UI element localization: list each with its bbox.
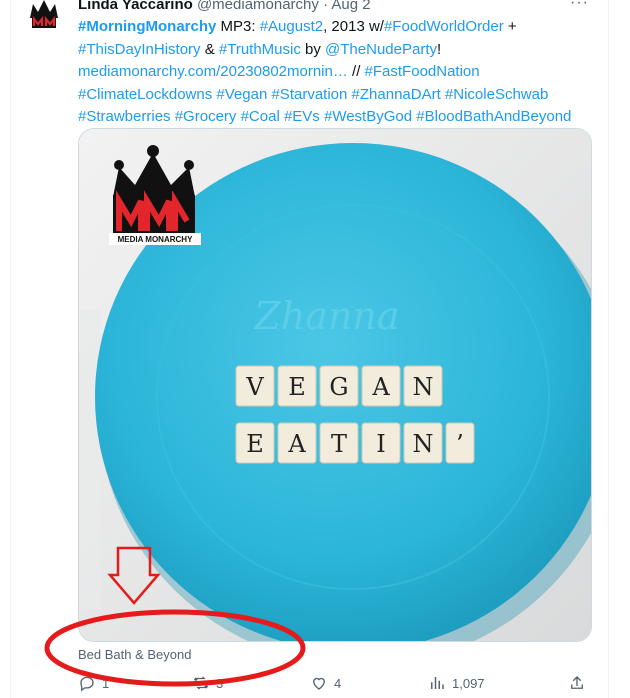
tile-a2: A [287,430,306,458]
text-bang: ! [437,40,442,58]
hashtag-august2[interactable]: #August2 [260,18,323,35]
hashtag-line5-3[interactable]: #EVs [284,108,320,125]
hashtag-line5-4[interactable]: #WestByGod [324,108,412,125]
hashtag-line4-0[interactable]: #ClimateLockdowns [78,86,212,103]
tiles-row-eatin: E A T I N ’ [235,422,475,464]
reply-count: 1 [102,675,110,691]
repost-count: 3 [216,675,224,691]
separator-dot: · [323,0,329,13]
text-year: , 2013 w/ [323,18,384,35]
views-button[interactable]: 1,097 [428,674,485,692]
tweet-media-image[interactable]: MEDIA MONARCHY Zhanna V E G A N E A T I … [78,128,592,642]
tweet-text: #MorningMonarchy MP3: #August2, 2013 w/#… [78,16,598,129]
tweet-header: Linda Yaccarino @mediamonarchy · Aug 2 [78,0,371,15]
tile-n2: N [413,430,434,458]
mention-thenudeparty[interactable]: @TheNudeParty [325,41,437,58]
views-count: 1,097 [452,675,485,691]
like-button[interactable]: 4 [310,674,341,692]
hashtag-line4-1[interactable]: #Vegan [216,86,267,103]
hashtag-line5-1[interactable]: #Grocery [175,108,237,125]
text-plus: + [503,18,517,35]
author-avatar[interactable] [24,0,64,36]
author-handle[interactable]: @mediamonarchy [197,0,319,13]
share-button[interactable] [568,674,586,692]
watermark-text: Zhanna [253,294,399,338]
reply-button[interactable]: 1 [78,674,109,692]
tile-apostrophe: ’ [456,430,464,458]
reply-icon [80,676,94,692]
hashtag-thisdayinhistory[interactable]: #ThisDayInHistory [78,41,201,58]
tile-g: G [329,373,348,401]
repost-icon [193,676,209,690]
hashtag-line5-2[interactable]: #Coal [241,108,280,125]
tile-i: I [376,430,385,458]
tweet-actions: 1 3 4 1,097 [78,674,598,698]
hashtag-foodworldorder[interactable]: #FoodWorldOrder [384,18,504,35]
hashtag-line4-4[interactable]: #NicoleSchwab [445,86,548,103]
text-by: by [300,40,326,58]
hashtag-truthmusic[interactable]: #TruthMusic [219,41,301,58]
text-amp: & [200,40,219,58]
repost-button[interactable]: 3 [192,674,223,692]
hashtag-line4-3[interactable]: #ZhannaDArt [352,86,441,103]
tile-t: T [331,430,347,458]
crown-logo-icon [24,0,64,36]
media-caption: Bed Bath & Beyond [78,647,192,662]
tweet-date[interactable]: Aug 2 [331,0,370,13]
heart-icon [313,677,325,690]
share-icon [571,676,583,689]
text-slashes: // [347,63,365,80]
logo-caption: MEDIA MONARCHY [118,235,193,244]
tile-e2: E [246,430,264,458]
more-options-icon[interactable]: ··· [570,0,589,12]
hashtag-line5-0[interactable]: #Strawberries [78,108,171,125]
tweet-url-link[interactable]: mediamonarchy.com/20230802mornin… [78,63,348,80]
hashtag-line5-5[interactable]: #BloodBathAndBeyond [416,108,571,125]
timeline-border-right [608,0,609,698]
tile-a: A [371,373,390,401]
tile-v: V [245,373,264,401]
hashtag-fastfoodnation[interactable]: #FastFoodNation [365,63,480,80]
views-chart-icon [431,677,444,689]
tiles-row-vegan: V E G A N [235,365,443,407]
author-name[interactable]: Linda Yaccarino [78,0,193,13]
hashtag-morningmonarchy[interactable]: #MorningMonarchy [78,18,216,35]
tile-n: N [413,373,434,401]
hashtag-line4-2[interactable]: #Starvation [271,86,347,103]
vegan-plate-image: MEDIA MONARCHY Zhanna V E G A N E A T I … [79,129,591,641]
text-mp3: MP3: [216,18,260,35]
like-count: 4 [334,675,342,691]
tile-e: E [288,373,306,401]
timeline-border-left [10,0,11,698]
